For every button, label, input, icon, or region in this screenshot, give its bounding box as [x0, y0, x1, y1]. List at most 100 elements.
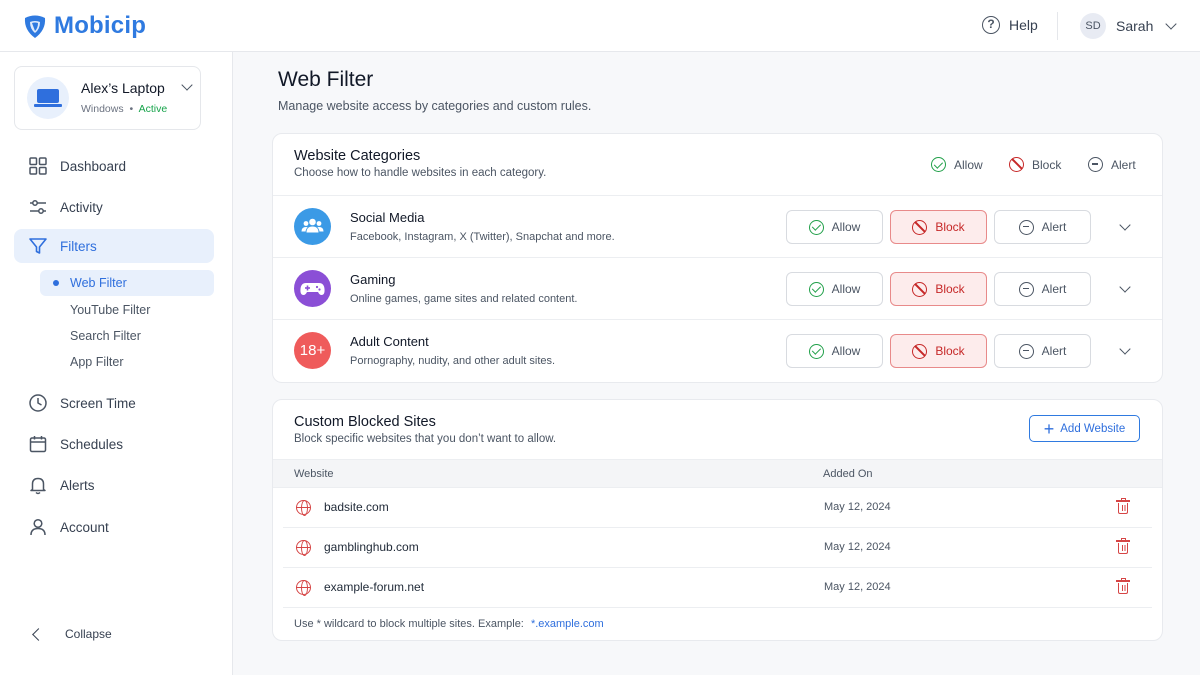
device-selector[interactable]: Alex’s Laptop Windows • Active: [14, 66, 201, 130]
alert-minus-icon: [1088, 157, 1103, 172]
button-label: Allow: [831, 344, 861, 358]
nav-label: Screen Time: [60, 395, 136, 411]
block-icon: [1009, 157, 1024, 172]
added-date: May 12, 2024: [824, 541, 891, 553]
trash-icon[interactable]: [1116, 537, 1130, 554]
globe-icon: [296, 540, 311, 556]
subnav-label: App Filter: [70, 355, 124, 369]
device-status-line: Windows • Active: [81, 103, 167, 115]
alert-button[interactable]: Alert: [994, 210, 1091, 244]
calendar-icon: [29, 436, 47, 453]
nav-activity[interactable]: Activity: [14, 190, 214, 224]
site-domain: gamblinghub.com: [324, 540, 419, 554]
block-icon: [912, 281, 928, 297]
chevron-left-icon: [32, 627, 45, 641]
avatar: SD: [1080, 13, 1106, 39]
card-subtitle: Block specific websites that you don’t w…: [294, 433, 557, 445]
allow-button[interactable]: Allow: [786, 210, 883, 244]
trash-icon[interactable]: [1116, 497, 1130, 514]
block-icon: [912, 343, 928, 359]
allow-button[interactable]: Allow: [786, 334, 883, 368]
add-website-button[interactable]: + Add Website: [1029, 415, 1140, 442]
card-subtitle: Choose how to handle websites in each ca…: [294, 167, 547, 179]
check-circle-icon: [931, 157, 946, 172]
chevron-down-icon: [181, 79, 193, 91]
user-menu[interactable]: SD Sarah: [1080, 13, 1178, 39]
nav-alerts[interactable]: Alerts: [14, 468, 214, 502]
block-button[interactable]: Block: [890, 210, 987, 244]
category-row-gaming: Gaming Online games, game sites and rela…: [273, 257, 1162, 319]
button-label: Alert: [1041, 282, 1067, 296]
expand-chevron-icon[interactable]: [1119, 343, 1131, 355]
shield-logo-icon: [24, 15, 46, 38]
globe-icon: [296, 580, 311, 596]
funnel-icon: [29, 238, 47, 254]
subnav-label: Web Filter: [70, 276, 127, 290]
user-name: Sarah: [1116, 18, 1154, 34]
subnav-youtube-filter[interactable]: YouTube Filter: [40, 297, 214, 323]
laptop-icon: [27, 77, 69, 119]
collapse-button[interactable]: Collapse: [30, 627, 112, 641]
site-domain: badsite.com: [324, 500, 389, 514]
trash-icon[interactable]: [1116, 577, 1130, 594]
nav-filters[interactable]: Filters: [14, 229, 214, 263]
chevron-down-icon: [1165, 18, 1178, 30]
subnav-search-filter[interactable]: Search Filter: [40, 323, 214, 349]
nav-label: Schedules: [60, 436, 124, 452]
nav-account[interactable]: Account: [14, 510, 214, 544]
table-row: badsite.com May 12, 2024: [283, 488, 1152, 528]
sidebar: Alex’s Laptop Windows • Active Dashboard…: [0, 52, 233, 675]
alert-minus-icon: [1018, 343, 1034, 359]
sliders-icon: [30, 200, 46, 214]
category-description: Pornography, nudity, and other adult sit…: [350, 355, 556, 367]
alert-minus-icon: [1018, 219, 1034, 235]
table-row: example-forum.net May 12, 2024: [283, 568, 1152, 608]
legend-label: Alert: [1111, 157, 1136, 172]
subnav-web-filter[interactable]: Web Filter: [40, 270, 214, 296]
check-circle-icon: [808, 219, 824, 235]
legend-allow: Allow: [931, 157, 983, 172]
nav-label: Account: [60, 519, 109, 535]
subnav-label: Search Filter: [70, 329, 141, 343]
grid-icon: [29, 157, 47, 175]
allow-button[interactable]: Allow: [786, 272, 883, 306]
category-row-adult-content: 18+ Adult Content Pornography, nudity, a…: [273, 319, 1162, 381]
table-header: Website Added On: [273, 459, 1162, 488]
alert-button[interactable]: Alert: [994, 272, 1091, 306]
column-header-website: Website: [294, 468, 334, 480]
button-label: Block: [935, 344, 965, 358]
card-title: Website Categories: [294, 148, 421, 164]
wildcard-note: Use * wildcard to block multiple sites. …: [294, 618, 604, 630]
nav-label: Activity: [60, 199, 103, 215]
expand-chevron-icon[interactable]: [1119, 219, 1131, 231]
nav-schedules[interactable]: Schedules: [14, 427, 214, 461]
collapse-label: Collapse: [65, 627, 112, 641]
alert-button[interactable]: Alert: [994, 334, 1091, 368]
active-dot: [53, 280, 59, 286]
nav-dashboard[interactable]: Dashboard: [14, 149, 214, 183]
block-button[interactable]: Block: [890, 272, 987, 306]
nav-screen-time[interactable]: Screen Time: [14, 386, 214, 420]
expand-chevron-icon[interactable]: [1119, 281, 1131, 293]
subnav-label: YouTube Filter: [70, 303, 151, 317]
legend-label: Block: [1032, 157, 1062, 172]
button-label: Block: [935, 282, 965, 296]
18-plus-icon: 18+: [294, 332, 331, 369]
plus-icon: +: [1043, 418, 1055, 439]
added-date: May 12, 2024: [824, 581, 891, 593]
card-title: Custom Blocked Sites: [294, 414, 436, 430]
button-label: Alert: [1041, 344, 1067, 358]
help-button[interactable]: ? Help: [982, 16, 1038, 34]
category-name: Gaming: [350, 272, 396, 287]
button-label: Allow: [831, 220, 861, 234]
table-row: gamblinghub.com May 12, 2024: [283, 528, 1152, 568]
top-bar: Mobicip ? Help SD Sarah: [0, 0, 1200, 52]
brand-logo[interactable]: Mobicip: [22, 12, 146, 40]
block-button[interactable]: Block: [890, 334, 987, 368]
page-subtitle: Manage website access by categories and …: [278, 99, 592, 113]
category-row-social-media: Social Media Facebook, Instagram, X (Twi…: [273, 195, 1162, 257]
brand-name: Mobicip: [54, 12, 147, 39]
subnav-app-filter[interactable]: App Filter: [40, 349, 214, 375]
site-domain: example-forum.net: [324, 580, 425, 594]
check-circle-icon: [808, 343, 824, 359]
